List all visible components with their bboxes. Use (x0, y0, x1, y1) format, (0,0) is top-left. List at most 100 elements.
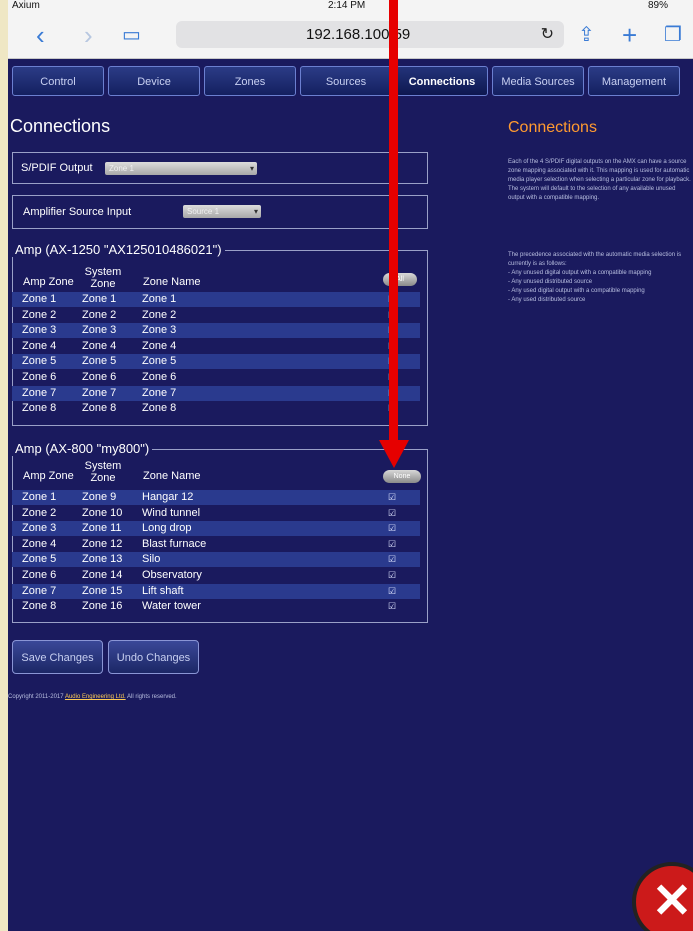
forward-icon[interactable]: › (84, 20, 93, 50)
reload-icon[interactable]: ↻ (541, 24, 554, 44)
copyright-suffix: All rights reserved. (127, 694, 177, 700)
system-zone-cell: Zone 14 (82, 569, 123, 581)
amp-zone-cell: Zone 5 (22, 553, 57, 566)
amp-zone-cell: Zone 1 (22, 491, 57, 503)
sidebar-bullet: - Any used distributed source (508, 297, 586, 303)
table-row: Zone 3 Zone 11 Long drop ☑ (12, 521, 420, 537)
amp-source-selected-value: Source 1 (187, 207, 220, 216)
tab-bar: Control Device Zones Sources Connections… (8, 66, 693, 98)
amp-source-panel: Amplifier Source Input Source 1 ▾ (12, 195, 428, 229)
amp-source-select[interactable]: Source 1 ▾ (183, 205, 261, 218)
table-row: Zone 1 Zone 9 Hangar 12 ☑ (12, 490, 420, 505)
spdif-select[interactable]: Zone 1 ▾ (105, 162, 257, 175)
col-amp-zone: Amp Zone (23, 470, 74, 482)
new-tab-icon[interactable]: + (622, 20, 637, 50)
zone-name-cell: Zone 1 (142, 293, 177, 305)
system-zone-cell: Zone 9 (82, 491, 117, 503)
amp-zone-cell: Zone 6 (22, 371, 57, 383)
bookmarks-icon[interactable]: ▭ (122, 20, 141, 50)
undo-changes-button[interactable]: Undo Changes (108, 640, 199, 674)
address-bar[interactable]: 192.168.100.59 ↻ (176, 21, 564, 48)
amp-1-legend: Amp (AX-1250 "AX125010486021") (12, 242, 225, 257)
sidebar-paragraph-2: The precedence associated with the autom… (508, 252, 682, 267)
system-zone-cell: Zone 13 (82, 553, 123, 566)
tab-connections[interactable]: Connections (396, 66, 488, 96)
select-none-pill[interactable]: None (383, 470, 421, 483)
annotation-arrow-shaft (389, 0, 398, 445)
tab-media-sources[interactable]: Media Sources (492, 66, 584, 96)
table-row: Zone 1Zone 1Zone 1☑ (12, 292, 420, 307)
copyright-footer: Copyright 2011-2017 Audio Engineering Lt… (8, 694, 177, 700)
zone-name-cell: Zone 8 (142, 402, 177, 415)
system-zone-cell: Zone 4 (82, 339, 117, 352)
chevron-down-icon: ▾ (249, 164, 254, 173)
system-zone-cell: Zone 8 (82, 402, 117, 415)
zone-checkbox[interactable]: ☑ (388, 521, 396, 536)
zone-name-cell: Lift shaft (142, 584, 184, 597)
amp-source-label: Amplifier Source Input (23, 206, 132, 218)
table-row: Zone 4Zone 4Zone 4☑ (12, 339, 420, 354)
zone-name-cell: Zone 5 (142, 355, 177, 368)
zone-checkbox[interactable]: ☑ (388, 568, 396, 583)
spdif-panel: S/PDIF Output Zone 1 ▾ (12, 152, 428, 184)
table-row: Zone 6Zone 6Zone 6☑ (12, 370, 420, 385)
tab-sources[interactable]: Sources (300, 66, 392, 96)
amp-zone-cell: Zone 8 (22, 600, 57, 613)
zone-name-cell: Zone 2 (142, 308, 177, 321)
tab-zones[interactable]: Zones (204, 66, 296, 96)
table-row: Zone 8 Zone 16 Water tower ☑ (12, 599, 420, 614)
col-system-zone: System Zone (84, 266, 122, 290)
page-title: Connections (10, 116, 111, 136)
zone-checkbox[interactable]: ☑ (388, 490, 396, 505)
back-icon[interactable]: ‹ (36, 20, 45, 50)
amp-zone-cell: Zone 4 (22, 339, 57, 352)
sidebar-paragraph-1: Each of the 4 S/PDIF digital outputs on … (508, 159, 691, 201)
amp-zone-cell: Zone 3 (22, 324, 57, 337)
col-zone-name: Zone Name (143, 276, 201, 288)
col-system-zone: System Zone (84, 460, 122, 484)
zone-checkbox[interactable]: ☑ (388, 599, 396, 614)
tab-management[interactable]: Management (588, 66, 680, 96)
zone-name-cell: Zone 4 (142, 339, 177, 352)
tab-control[interactable]: Control (12, 66, 104, 96)
zone-name-cell: Blast furnace (142, 537, 207, 550)
amp-zone-cell: Zone 5 (22, 355, 57, 368)
amp-zone-cell: Zone 1 (22, 293, 57, 305)
zone-name-cell: Zone 3 (142, 324, 177, 337)
system-zone-cell: Zone 6 (82, 371, 117, 383)
table-row: Zone 5 Zone 13 Silo ☑ (12, 552, 420, 568)
browser-toolbar: ‹ › ▭ 192.168.100.59 ↻ ⇪ + ❐ (8, 12, 693, 59)
amp-zone-cell: Zone 2 (22, 506, 57, 519)
zone-name-cell: Hangar 12 (142, 491, 194, 503)
amp-zone-cell: Zone 3 (22, 522, 57, 535)
company-link[interactable]: Audio Engineering Ltd. (65, 694, 126, 700)
close-icon[interactable]: ✕ (632, 862, 693, 931)
table-row: Zone 7 Zone 15 Lift shaft ☑ (12, 583, 420, 599)
zone-name-cell: Silo (142, 553, 161, 566)
amp-zone-cell: Zone 6 (22, 569, 57, 581)
sidebar-bullet: - Any used digital output with a compati… (508, 288, 645, 294)
system-zone-cell: Zone 7 (82, 386, 117, 399)
table-row: Zone 5Zone 5Zone 5☑ (12, 354, 420, 370)
tab-device[interactable]: Device (108, 66, 200, 96)
battery-level: 89% (648, 0, 669, 11)
zone-checkbox[interactable]: ☑ (388, 552, 396, 567)
clock: 2:14 PM (328, 0, 366, 11)
zone-checkbox[interactable]: ☑ (388, 506, 396, 521)
system-zone-cell: Zone 3 (82, 324, 117, 337)
zone-name-cell: Observatory (142, 569, 202, 581)
amp-zone-cell: Zone 8 (22, 402, 57, 415)
spdif-label: S/PDIF Output (21, 162, 93, 174)
share-icon[interactable]: ⇪ (578, 20, 595, 50)
system-zone-cell: Zone 10 (82, 506, 123, 519)
amp-zone-cell: Zone 7 (22, 584, 57, 597)
table-row: Zone 2 Zone 10 Wind tunnel ☑ (12, 506, 420, 521)
status-bar: Axium 2:14 PM 89% (8, 0, 693, 12)
table-row: Zone 3Zone 3Zone 3☑ (12, 323, 420, 339)
zone-checkbox[interactable]: ☑ (388, 584, 396, 599)
zone-checkbox[interactable]: ☑ (388, 537, 396, 552)
amp-zone-cell: Zone 7 (22, 386, 57, 399)
save-changes-button[interactable]: Save Changes (12, 640, 103, 674)
zone-name-cell: Long drop (142, 522, 192, 535)
tabs-icon[interactable]: ❐ (664, 20, 682, 50)
